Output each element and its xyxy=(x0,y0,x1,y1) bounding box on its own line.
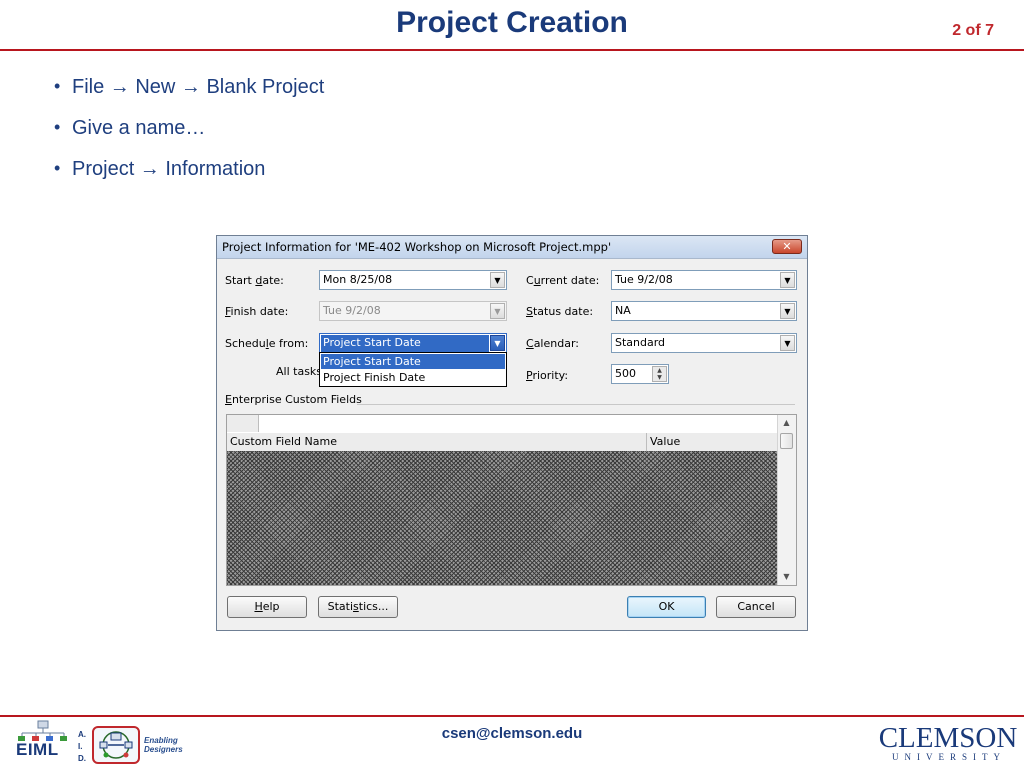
finish-date-combo: Tue 9/2/08 ▼ xyxy=(319,301,507,321)
bullet-item: Project → Information xyxy=(54,158,324,199)
slide-title: Project Creation xyxy=(396,6,628,39)
dropdown-option-start[interactable]: Project Start Date xyxy=(321,354,505,369)
priority-spinner[interactable]: 500 ▲ ▼ xyxy=(611,364,669,384)
chevron-down-icon[interactable]: ▼ xyxy=(490,335,505,351)
all-tasks-label: All tasks xyxy=(276,365,323,378)
help-button[interactable]: Help xyxy=(227,596,307,618)
start-date-label: Start date: xyxy=(225,274,284,287)
dialog-titlebar[interactable]: Project Information for 'ME-402 Workshop… xyxy=(217,236,807,259)
grid-header: Custom Field Name Value xyxy=(227,433,778,452)
clemson-wordmark: CLEMSON xyxy=(878,722,1018,754)
start-date-value: Mon 8/25/08 xyxy=(323,273,393,286)
calendar-label: Calendar: xyxy=(526,337,579,350)
chevron-down-icon[interactable]: ▼ xyxy=(780,335,795,351)
bullet-item: File → New → Blank Project xyxy=(54,76,324,117)
eiml-text: EIML xyxy=(16,740,59,759)
current-date-label: Current date: xyxy=(526,274,600,287)
scroll-up-icon[interactable]: ▲ xyxy=(778,415,795,431)
chevron-down-icon: ▼ xyxy=(490,303,505,319)
design-network-icon xyxy=(99,731,133,759)
status-date-value: NA xyxy=(615,304,631,317)
close-icon: ✕ xyxy=(782,240,792,253)
current-date-value: Tue 9/2/08 xyxy=(615,273,673,286)
ok-button[interactable]: OK xyxy=(627,596,706,618)
scroll-down-icon[interactable]: ▼ xyxy=(778,569,795,585)
finish-date-label: Finish date: xyxy=(225,305,289,318)
grid-edit-row[interactable] xyxy=(227,415,778,434)
status-date-combo[interactable]: NA ▼ xyxy=(611,301,797,321)
dialog-title: Project Information for 'ME-402 Workshop… xyxy=(222,240,612,254)
aid-letters: A. I. D. xyxy=(78,730,86,763)
scrollbar-thumb[interactable] xyxy=(780,433,793,449)
grid-corner xyxy=(227,415,259,432)
grid-empty-area xyxy=(227,451,778,585)
spin-up-icon[interactable]: ▲ xyxy=(653,367,666,374)
bullet-item: Give a name… xyxy=(54,117,324,158)
statistics-button[interactable]: Statistics... xyxy=(318,596,398,618)
chevron-down-icon[interactable]: ▼ xyxy=(780,272,795,288)
start-date-combo[interactable]: Mon 8/25/08 ▼ xyxy=(319,270,507,290)
chevron-down-icon[interactable]: ▼ xyxy=(490,272,505,288)
spin-down-icon[interactable]: ▼ xyxy=(653,374,666,381)
status-date-label: Status date: xyxy=(526,305,594,318)
page-number: 2 of 7 xyxy=(952,22,994,39)
calendar-combo[interactable]: Standard ▼ xyxy=(611,333,797,353)
chevron-down-icon[interactable]: ▼ xyxy=(780,303,795,319)
column-header-name[interactable]: Custom Field Name xyxy=(230,435,337,448)
column-header-value[interactable]: Value xyxy=(650,435,680,448)
aid-logo xyxy=(92,726,140,764)
custom-fields-grid[interactable]: Custom Field Name Value ▲ ▼ xyxy=(226,414,797,586)
enabling-designers-text: Enabling Designers xyxy=(144,736,183,754)
project-information-dialog: Project Information for 'ME-402 Workshop… xyxy=(216,235,808,631)
cancel-button[interactable]: Cancel xyxy=(716,596,796,618)
priority-label: Priority: xyxy=(526,369,569,382)
dropdown-option-finish[interactable]: Project Finish Date xyxy=(321,370,505,385)
current-date-combo[interactable]: Tue 9/2/08 ▼ xyxy=(611,270,797,290)
close-button[interactable]: ✕ xyxy=(772,239,802,254)
footer-divider xyxy=(0,715,1024,717)
column-divider[interactable] xyxy=(646,433,647,451)
calendar-value: Standard xyxy=(615,336,666,349)
spinner-buttons: ▲ ▼ xyxy=(652,366,667,382)
schedule-from-combo[interactable]: Project Start Date ▼ xyxy=(319,333,507,353)
priority-value: 500 xyxy=(615,367,636,380)
schedule-from-value: Project Start Date xyxy=(321,335,489,352)
schedule-from-label: Schedule from: xyxy=(225,337,309,350)
enterprise-fields-label: Enterprise Custom Fields xyxy=(225,393,362,406)
header-divider xyxy=(0,49,1024,51)
bullet-list: File → New → Blank Project Give a name… … xyxy=(54,76,324,199)
schedule-from-dropdown: Project Start Date Project Finish Date xyxy=(319,352,507,387)
finish-date-value: Tue 9/2/08 xyxy=(323,304,381,317)
group-divider xyxy=(357,404,795,405)
vertical-scrollbar[interactable]: ▲ ▼ xyxy=(777,415,796,585)
university-wordmark: UNIVERSITY xyxy=(892,752,1006,762)
